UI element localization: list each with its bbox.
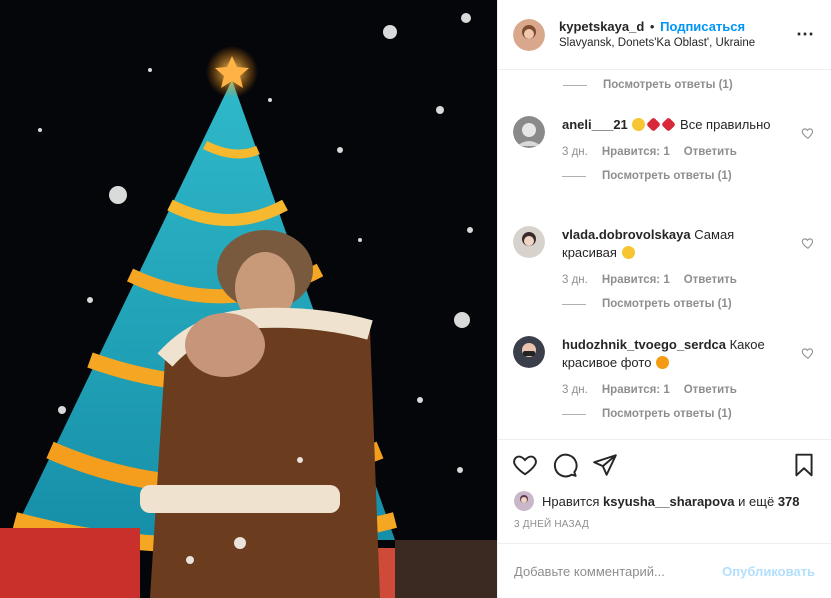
header-top-line: kypetskaya_d • Подписаться bbox=[559, 18, 796, 35]
post-location[interactable]: Slavyansk, Donets'Ka Oblast', Ukraine bbox=[559, 35, 796, 52]
post-side-panel: kypetskaya_d • Подписаться Slavyansk, Do… bbox=[497, 0, 831, 598]
comment-body: vlada.dobrovolskaya Самая красивая bbox=[562, 226, 789, 262]
commenter-avatar[interactable] bbox=[513, 116, 545, 148]
commenter-avatar[interactable] bbox=[513, 336, 545, 368]
reply-divider bbox=[562, 413, 586, 415]
comment-item: vlada.dobrovolskaya Самая красивая 3 дн.… bbox=[513, 226, 815, 310]
comment-username[interactable]: vlada.dobrovolskaya bbox=[562, 227, 691, 242]
comment-likes[interactable]: Нравится: 1 bbox=[602, 384, 670, 396]
comment-likes[interactable]: Нравится: 1 bbox=[602, 274, 670, 286]
follow-button[interactable]: Подписаться bbox=[660, 19, 745, 34]
reply-button[interactable]: Ответить bbox=[684, 146, 737, 158]
reply-divider bbox=[563, 84, 587, 86]
reply-divider bbox=[562, 303, 586, 305]
comment-username[interactable]: hudozhnik_tvoego_serdca bbox=[562, 337, 726, 352]
comments-list[interactable]: Посмотреть ответы (1) aneli___21 Все пра… bbox=[498, 70, 831, 439]
view-replies-link[interactable]: Посмотреть ответы (1) bbox=[563, 79, 733, 91]
view-replies-link[interactable]: Посмотреть ответы (1) bbox=[562, 298, 815, 310]
post-date[interactable]: 3 ДНЕЙ НАЗАД bbox=[498, 513, 831, 543]
add-comment-bar: Опубликовать bbox=[498, 543, 831, 598]
comment-input[interactable] bbox=[514, 563, 723, 579]
comment-text: Все правильно bbox=[680, 117, 771, 132]
more-options-icon[interactable]: ⋯ bbox=[796, 24, 815, 45]
separator-dot: • bbox=[649, 18, 655, 34]
comment-meta: 3 дн. Нравится: 1 Ответить bbox=[562, 146, 815, 158]
publish-button[interactable]: Опубликовать bbox=[722, 564, 815, 579]
comment-meta: 3 дн. Нравится: 1 Ответить bbox=[562, 274, 815, 286]
bookmark-icon[interactable] bbox=[791, 452, 817, 478]
view-replies-link[interactable]: Посмотреть ответы (1) bbox=[562, 170, 815, 182]
view-replies-label: Посмотреть ответы (1) bbox=[602, 170, 732, 182]
likes-count[interactable]: 378 bbox=[778, 494, 800, 509]
comment-username[interactable]: aneli___21 bbox=[562, 117, 628, 132]
post-photo[interactable] bbox=[0, 0, 497, 598]
comment-icon[interactable] bbox=[552, 452, 578, 478]
liker-avatar[interactable] bbox=[514, 491, 534, 511]
author-avatar[interactable] bbox=[513, 18, 545, 51]
likes-prefix: Нравится bbox=[542, 493, 600, 509]
comment-age: 3 дн. bbox=[562, 146, 588, 158]
like-comment-icon[interactable] bbox=[801, 236, 815, 250]
like-comment-icon[interactable] bbox=[801, 126, 815, 140]
author-username[interactable]: kypetskaya_d bbox=[559, 19, 644, 34]
commenter-avatar[interactable] bbox=[513, 226, 545, 258]
liker-username[interactable]: ksyusha__sharapova bbox=[603, 494, 735, 509]
wink-kiss-emoji bbox=[632, 118, 646, 131]
view-replies-link[interactable]: Посмотреть ответы (1) bbox=[562, 408, 815, 420]
comment-age: 3 дн. bbox=[562, 384, 588, 396]
share-icon[interactable] bbox=[592, 452, 618, 478]
comment-age: 3 дн. bbox=[562, 274, 588, 286]
christmas-tree-photo bbox=[0, 0, 497, 598]
comment-body: hudozhnik_tvoego_serdca Какое красивое ф… bbox=[562, 336, 789, 372]
likes-summary: Нравится ksyusha__sharapova и ещё 378 bbox=[498, 489, 831, 513]
post-header: kypetskaya_d • Подписаться Slavyansk, Do… bbox=[498, 0, 831, 70]
kiss-emoji bbox=[621, 246, 635, 259]
comment-meta: 3 дн. Нравится: 1 Ответить bbox=[562, 384, 815, 396]
reply-button[interactable]: Ответить bbox=[684, 274, 737, 286]
heart-icon[interactable] bbox=[512, 452, 538, 478]
header-text: kypetskaya_d • Подписаться Slavyansk, Do… bbox=[559, 18, 796, 52]
like-comment-icon[interactable] bbox=[801, 346, 815, 360]
action-bar bbox=[498, 439, 831, 489]
instagram-post: kypetskaya_d • Подписаться Slavyansk, Do… bbox=[0, 0, 831, 598]
heart-emoji bbox=[661, 117, 677, 132]
reply-button[interactable]: Ответить bbox=[684, 384, 737, 396]
view-replies-label: Посмотреть ответы (1) bbox=[602, 408, 732, 420]
likes-suffix: и ещё bbox=[738, 493, 775, 509]
heart-emoji bbox=[646, 117, 662, 132]
comment-item: hudozhnik_tvoego_serdca Какое красивое ф… bbox=[513, 336, 815, 420]
comment-item: aneli___21 Все правильно 3 дн. Нравится:… bbox=[513, 116, 815, 182]
reply-divider bbox=[562, 175, 586, 177]
comment-likes[interactable]: Нравится: 1 bbox=[602, 146, 670, 158]
view-replies-label: Посмотреть ответы (1) bbox=[602, 298, 732, 310]
comment-body: aneli___21 Все правильно bbox=[562, 116, 789, 134]
cat-emoji bbox=[656, 356, 670, 369]
view-replies-label: Посмотреть ответы (1) bbox=[603, 79, 733, 91]
